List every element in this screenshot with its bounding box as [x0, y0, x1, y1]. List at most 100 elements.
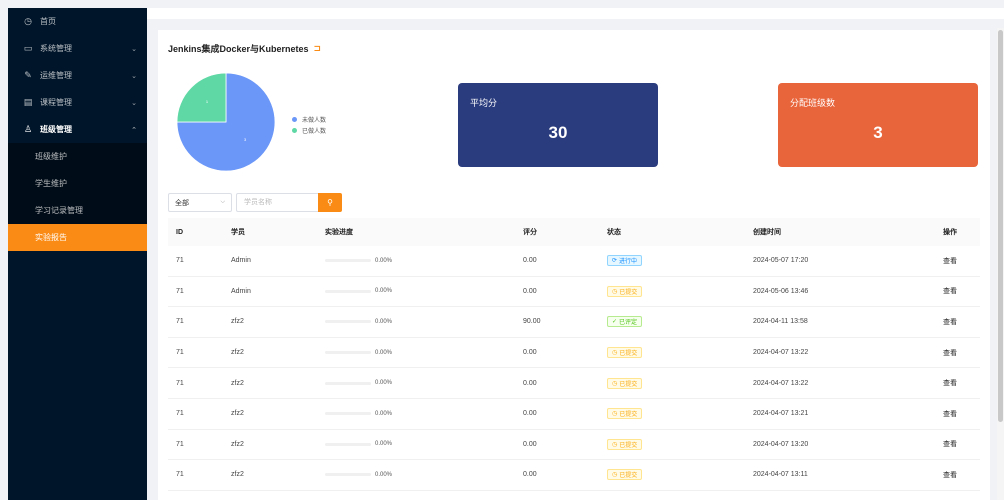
stat-card-classes: 分配班级数 3	[778, 83, 978, 167]
cell-progress: 0.00%	[325, 472, 523, 478]
column-header-action: 操作	[943, 229, 957, 236]
table-row: 71 zfz2 0.00% 0.00 ◷ 已提交 2024-04-07 13:22 查看	[168, 368, 980, 399]
pie-slice[interactable]	[176, 72, 227, 123]
stat-label: 平均分	[470, 98, 498, 108]
cell-student: zfz2	[231, 349, 244, 357]
view-link[interactable]: 查看	[943, 409, 980, 419]
cell-id: 71	[176, 287, 184, 295]
cell-progress: 0.00%	[325, 258, 523, 264]
chevron-down-icon: ⌵	[220, 199, 225, 205]
sidebar-item-system[interactable]: ▭ 系统管理 ⌄	[8, 35, 147, 62]
cell-student: zfz2	[231, 410, 244, 418]
view-link[interactable]: 查看	[943, 348, 980, 358]
progress-bar	[325, 289, 371, 293]
progress-bar	[325, 412, 371, 416]
pie-chart: 31	[176, 72, 276, 172]
cell-status: ◷ 已提交	[607, 469, 753, 481]
table-row: 71 Admin 0.00% 0.00 ◷ 已提交 2024-05-06 13:46 查看	[168, 277, 980, 308]
table-row: 71 Admin 0.00% 0.00 ⟳ 进行中 2024-05-07 17:20 查看	[168, 246, 980, 277]
status-icon: ◷	[612, 380, 618, 387]
column-header-status: 状态	[607, 229, 621, 236]
stat-value: 3	[873, 123, 883, 142]
cell-score: 0.00	[523, 257, 537, 265]
cell-score: 0.00	[523, 471, 537, 479]
page-title-text: Jenkins集成Docker与Kubernetes	[168, 44, 309, 54]
progress-text: 0.00%	[375, 410, 393, 417]
sidebar-subitem-lab-report[interactable]: 实验报告	[8, 224, 147, 251]
progress-text: 0.00%	[375, 318, 393, 325]
table-row: 71 zfz2 0.00% 90.00 ✓ 已评定 2024-04-11 13:58 查看	[168, 307, 980, 338]
cell-score: 0.00	[523, 440, 537, 448]
sidebar-item-class[interactable]: ♙ 班级管理 ⌃	[8, 116, 147, 143]
student-search-input[interactable]	[236, 193, 318, 212]
cell-student: Admin	[231, 257, 251, 265]
sidebar-item-course[interactable]: ▤ 课程管理 ⌄	[8, 89, 147, 116]
sidebar-item-home[interactable]: ◷ 首页	[8, 8, 147, 35]
sidebar-item-ops[interactable]: ✎ 运维管理 ⌄	[8, 62, 147, 89]
column-header-score: 评分	[523, 229, 537, 236]
status-icon: ◷	[612, 350, 618, 357]
table-row: 71 zfz2 0.00% 0.00 ◷ 已提交 2024-04-07 13:20 查看	[168, 430, 980, 461]
report-card: Jenkins集成Docker与Kubernetes ⊐ 31 未做人数 已做人…	[158, 30, 990, 500]
cell-status: ◷ 已提交	[607, 438, 753, 450]
cell-student: zfz2	[231, 318, 244, 326]
status-badge: ⟳ 进行中	[607, 255, 643, 267]
cell-status: ◷ 已提交	[607, 377, 753, 389]
chevron-up-icon: ⌃	[131, 126, 137, 134]
status-badge: ◷ 已提交	[607, 347, 643, 359]
cell-status: ◷ 已提交	[607, 408, 753, 420]
scrollbar-thumb[interactable]	[998, 30, 1003, 422]
cell-progress: 0.00%	[325, 441, 523, 447]
chevron-down-icon: ⌄	[131, 99, 137, 107]
legend-label: 已做人数	[302, 129, 327, 135]
view-link[interactable]: 查看	[943, 286, 980, 296]
status-icon: ◷	[612, 472, 618, 479]
cell-score: 0.00	[523, 349, 537, 357]
progress-text: 0.00%	[375, 441, 393, 448]
cell-created: 2024-04-07 13:22	[753, 349, 809, 357]
sidebar-subitem-student-maintain[interactable]: 学生维护	[8, 170, 147, 197]
document-icon: ▤	[23, 97, 33, 107]
legend-item-done[interactable]: 已做人数	[292, 125, 326, 136]
view-link[interactable]: 查看	[943, 439, 980, 449]
cell-progress: 0.00%	[325, 288, 523, 294]
table-body: 71 Admin 0.00% 0.00 ⟳ 进行中 2024-05-07 17:20 查看 71…	[168, 246, 980, 491]
page-title: Jenkins集成Docker与Kubernetes ⊐	[168, 42, 321, 55]
table-header: ID 学员 实验进度 评分 状态 创建时间 操作	[168, 218, 980, 246]
cell-score: 0.00	[523, 410, 537, 418]
status-text: 已提交	[619, 412, 638, 419]
status-badge: ◷ 已提交	[607, 377, 643, 389]
sidebar-item-label: 课程管理	[40, 98, 72, 107]
view-link[interactable]: 查看	[943, 256, 980, 266]
legend-dot-icon	[292, 117, 297, 122]
cell-progress: 0.00%	[325, 350, 523, 356]
stat-label: 分配班级数	[790, 98, 836, 108]
view-link[interactable]: 查看	[943, 378, 980, 388]
cell-score: 90.00	[523, 318, 541, 326]
cell-id: 71	[176, 257, 184, 265]
status-text: 已提交	[619, 289, 638, 296]
legend-item-undone[interactable]: 未做人数	[292, 114, 326, 125]
search-button[interactable]: ⚲	[318, 193, 342, 212]
sidebar-item-label: 首页	[40, 17, 56, 26]
cell-status: ◷ 已提交	[607, 347, 753, 359]
progress-bar	[325, 473, 371, 477]
progress-bar	[325, 442, 371, 446]
sidebar-subitem-class-maintain[interactable]: 班级维护	[8, 143, 147, 170]
cell-created: 2024-04-11 13:58	[753, 318, 808, 326]
legend-dot-icon	[292, 128, 297, 133]
users-icon: ♙	[23, 124, 33, 134]
status-icon: ◷	[612, 288, 618, 295]
wrench-icon: ✎	[24, 70, 32, 80]
cell-score: 0.00	[523, 379, 537, 387]
search-icon: ⚲	[327, 198, 333, 207]
progress-bar	[325, 320, 371, 324]
status-icon: ⟳	[612, 258, 618, 265]
view-link[interactable]: 查看	[943, 470, 980, 480]
cell-created: 2024-04-07 13:20	[753, 440, 809, 448]
status-select[interactable]: 全部 ⌵	[168, 193, 232, 212]
cell-status: ⟳ 进行中	[607, 255, 753, 267]
view-link[interactable]: 查看	[943, 317, 980, 327]
cell-progress: 0.00%	[325, 411, 523, 417]
sidebar-subitem-learning-records[interactable]: 学习记录管理	[8, 197, 147, 224]
